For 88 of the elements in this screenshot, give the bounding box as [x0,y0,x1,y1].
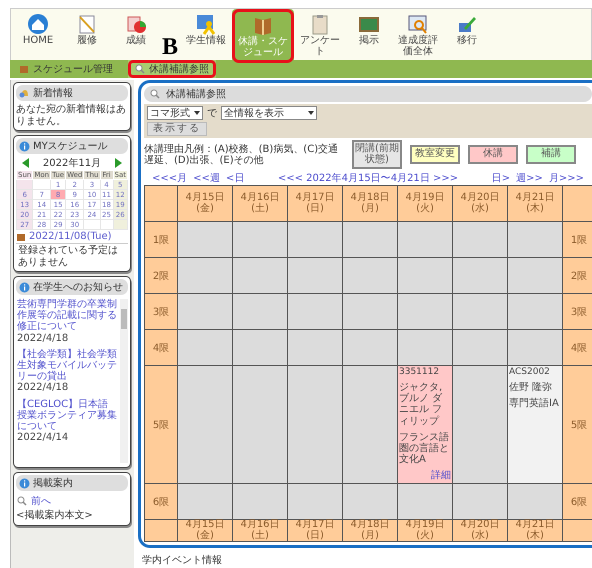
day-header: 4月20日 (水) [452,520,508,542]
period-label: 1限 [562,222,592,258]
day-header: 4月17日 (日) [288,520,342,542]
day-header: 4月18日 (月) [342,186,398,222]
day-header: 4月21日 (木) [508,520,562,542]
legend-swatch: 休講 [468,145,518,164]
nav-link[interactable]: <<<月 [152,171,188,185]
panel-header: MYスケジュール [16,138,128,154]
show-button[interactable]: 表示する [147,122,207,136]
house-icon [27,13,49,35]
nav-link[interactable]: 日> [492,171,510,185]
panel-header: 休講補講参照 [144,86,592,102]
section-title: 学内イベント情報 [138,552,576,568]
course-name: 専門英語IA [509,398,560,410]
joiner-text: で [207,107,217,120]
day-header: 4月16日 (土) [232,520,288,542]
legend-text: 休講理由凡例：(A)校務、(B)病気、(C)交通遅延、(D)出張、(E)その他 [144,144,340,166]
panel-header: 掲載案内 [16,475,128,491]
month-label: 2022年11月 [42,157,102,170]
period-label: 4限 [144,330,178,366]
legend-swatch: 閉講(前期状態) [352,140,402,169]
nav-link[interactable]: <<週 [193,171,220,185]
period-label: 4限 [562,330,592,366]
tab[interactable]: スケジュール管理 [12,60,120,78]
toolbar-item[interactable]: 履修 [64,10,110,50]
notice-date: 2022/4/18 [17,382,70,394]
search-icon [150,89,160,99]
toolbar-item[interactable]: 達成度評価全体 [395,10,441,60]
period-label: 3限 [144,294,178,330]
toolbar-item[interactable]: アンケート [297,10,343,60]
panel-header: 在学生へのお知らせ [16,279,128,295]
nav-link[interactable]: 週>> [516,171,543,185]
info-icon [19,140,30,152]
info-icon [19,478,30,488]
filter-dropdown[interactable]: 全情報を表示 [221,106,317,120]
day-header: 4月19日 (火) [398,186,452,222]
period-label: 2限 [562,258,592,294]
day-header: 4月18日 (月) [342,520,398,542]
notice-date: 2022/4/18 [17,332,70,344]
previous-link[interactable]: 前へ [31,494,51,508]
period-label: 5限 [562,366,592,484]
teacher-name: ジャクタ, ブルノ ダニエル フィリップ [399,382,444,427]
day-header: 4月17日 (日) [288,186,342,222]
tab[interactable]: 休講補講参照 [128,60,216,78]
period-label: 3限 [562,294,592,330]
message-text: あなた宛の新着情報はありません。 [15,103,127,128]
day-header: 4月21日 (木) [508,186,562,222]
search-icon [135,64,145,74]
date-range-link[interactable]: <<< 2022年4月15日〜4月21日 >>> [278,171,458,185]
message-text: 登録されている予定はありません [16,243,128,269]
magnifier-icon [407,13,429,35]
date-link[interactable]: 2022/11/08(Tue) [29,231,112,242]
period-label: 5限 [144,366,178,484]
search-icon [17,496,27,506]
toolbar-item[interactable]: HOME [15,10,61,50]
period-label: 6限 [562,484,592,520]
course-name: フランス語圏の言語と文化A [399,432,450,466]
period-label: 1限 [144,222,178,258]
legend-swatch: 教室変更 [410,145,460,164]
toolbar-item[interactable]: 成績 [113,10,159,50]
guide-text: <掲載案内本文> [15,509,94,522]
format-dropdown[interactable]: コマ形式 [147,106,203,120]
notice-link[interactable]: 【社会学類】社会学類生対象モバイルバッテリーの貸出 [17,348,117,382]
teacher-name: 佐野 隆弥 [509,382,554,394]
period-label: 2限 [144,258,178,294]
toolbar-item[interactable]: 掲示 [346,10,392,50]
notice-link[interactable]: 【CEGLOC】日本語授業ボランティア募集について [17,398,117,432]
detail-link[interactable]: 詳細 [431,470,451,482]
day-header: 4月15日 (金) [178,520,232,542]
day-header: 4月20日 (水) [452,186,508,222]
period-label: 6限 [144,484,178,520]
notice-link[interactable]: 芸術専門学群の卒業制作展等の記載に関する修正について [17,299,117,333]
day-header: 4月19日 (火) [398,520,452,542]
annotation-label: B [162,35,180,59]
day-header: 4月15日 (金) [178,186,232,222]
notice-date: 2022/4/14 [17,432,70,444]
panel-header: 新着情報 [16,85,128,101]
course-code: ACS2002 [509,367,551,378]
legend-swatch: 補講 [526,145,576,164]
nav-link[interactable]: 月>>> [548,171,584,185]
person-icon [195,13,217,35]
nav-link[interactable]: <日 [226,171,244,185]
course-code: 3351112 [399,367,440,378]
day-header: 4月16日 (土) [232,186,288,222]
scrollbar[interactable] [120,299,128,463]
info-icon [19,282,30,292]
toolbar-item[interactable]: 学生情報 [183,10,229,50]
toolbar-item[interactable]: 移行 [444,10,490,50]
